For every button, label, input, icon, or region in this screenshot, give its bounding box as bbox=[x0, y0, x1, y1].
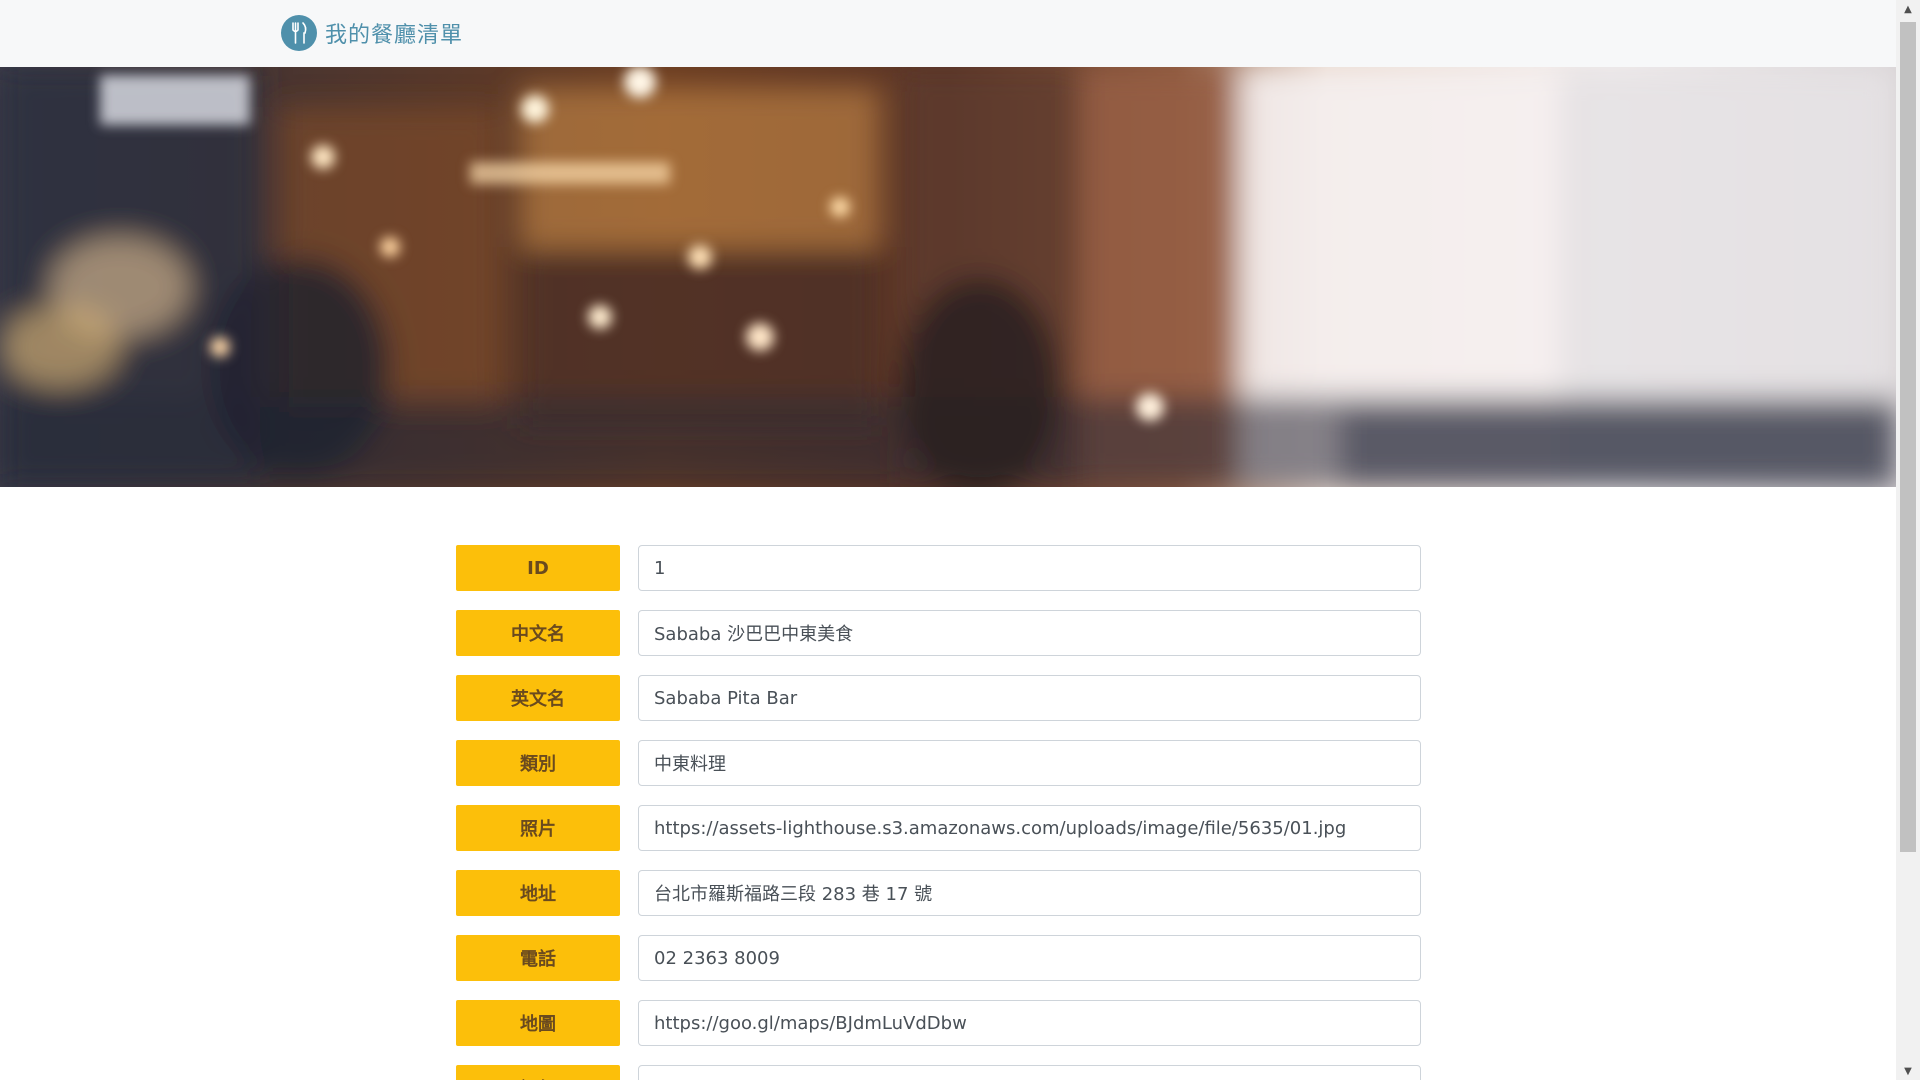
field-row-id: ID bbox=[456, 545, 1421, 591]
field-label-id: ID bbox=[456, 545, 620, 591]
scroll-up-icon[interactable]: ▲ bbox=[1896, 0, 1920, 18]
id-field[interactable] bbox=[638, 545, 1421, 591]
image-url-field[interactable] bbox=[638, 805, 1421, 851]
field-row-phone: 電話 bbox=[456, 935, 1421, 981]
field-row-category: 類別 bbox=[456, 740, 1421, 786]
scroll-thumb[interactable] bbox=[1900, 22, 1916, 852]
field-row-image: 照片 bbox=[456, 805, 1421, 851]
scroll-down-icon[interactable]: ▼ bbox=[1896, 1062, 1920, 1080]
category-field[interactable] bbox=[638, 740, 1421, 786]
map-url-field[interactable] bbox=[638, 1000, 1421, 1046]
page-scrollbar[interactable]: ▲ ▼ bbox=[1896, 0, 1920, 1080]
field-row-map: 地圖 bbox=[456, 1000, 1421, 1046]
restaurant-detail-form: ID 中文名 英文名 類別 照片 地址 電話 地圖 bbox=[456, 545, 1421, 1080]
navbar: 我的餐廳清單 bbox=[0, 0, 1896, 68]
restaurant-banner-image bbox=[0, 67, 1896, 487]
rating-field[interactable] bbox=[638, 1065, 1421, 1080]
field-label-name: 中文名 bbox=[456, 610, 620, 656]
brand-link[interactable]: 我的餐廳清單 bbox=[281, 15, 463, 51]
english-name-field[interactable] bbox=[638, 675, 1421, 721]
field-label-name-en: 英文名 bbox=[456, 675, 620, 721]
page: 我的餐廳清單 ID 1 中文名 Sababa 沙巴巴中東美食 英文名 Sabab… bbox=[0, 0, 1920, 1080]
utensils-icon bbox=[281, 15, 317, 51]
field-label-category: 類別 bbox=[456, 740, 620, 786]
chinese-name-field[interactable] bbox=[638, 610, 1421, 656]
field-row-location: 地址 bbox=[456, 870, 1421, 916]
field-row-rating: 評価 bbox=[456, 1065, 1421, 1080]
field-label-image: 照片 bbox=[456, 805, 620, 851]
field-label-location: 地址 bbox=[456, 870, 620, 916]
brand-title: 我的餐廳清單 bbox=[325, 23, 464, 48]
field-row-name: 中文名 bbox=[456, 610, 1421, 656]
field-label-rating: 評価 bbox=[456, 1065, 620, 1080]
address-field[interactable] bbox=[638, 870, 1421, 916]
field-label-map: 地圖 bbox=[456, 1000, 620, 1046]
field-label-phone: 電話 bbox=[456, 935, 620, 981]
phone-field[interactable] bbox=[638, 935, 1421, 981]
field-row-name-en: 英文名 bbox=[456, 675, 1421, 721]
